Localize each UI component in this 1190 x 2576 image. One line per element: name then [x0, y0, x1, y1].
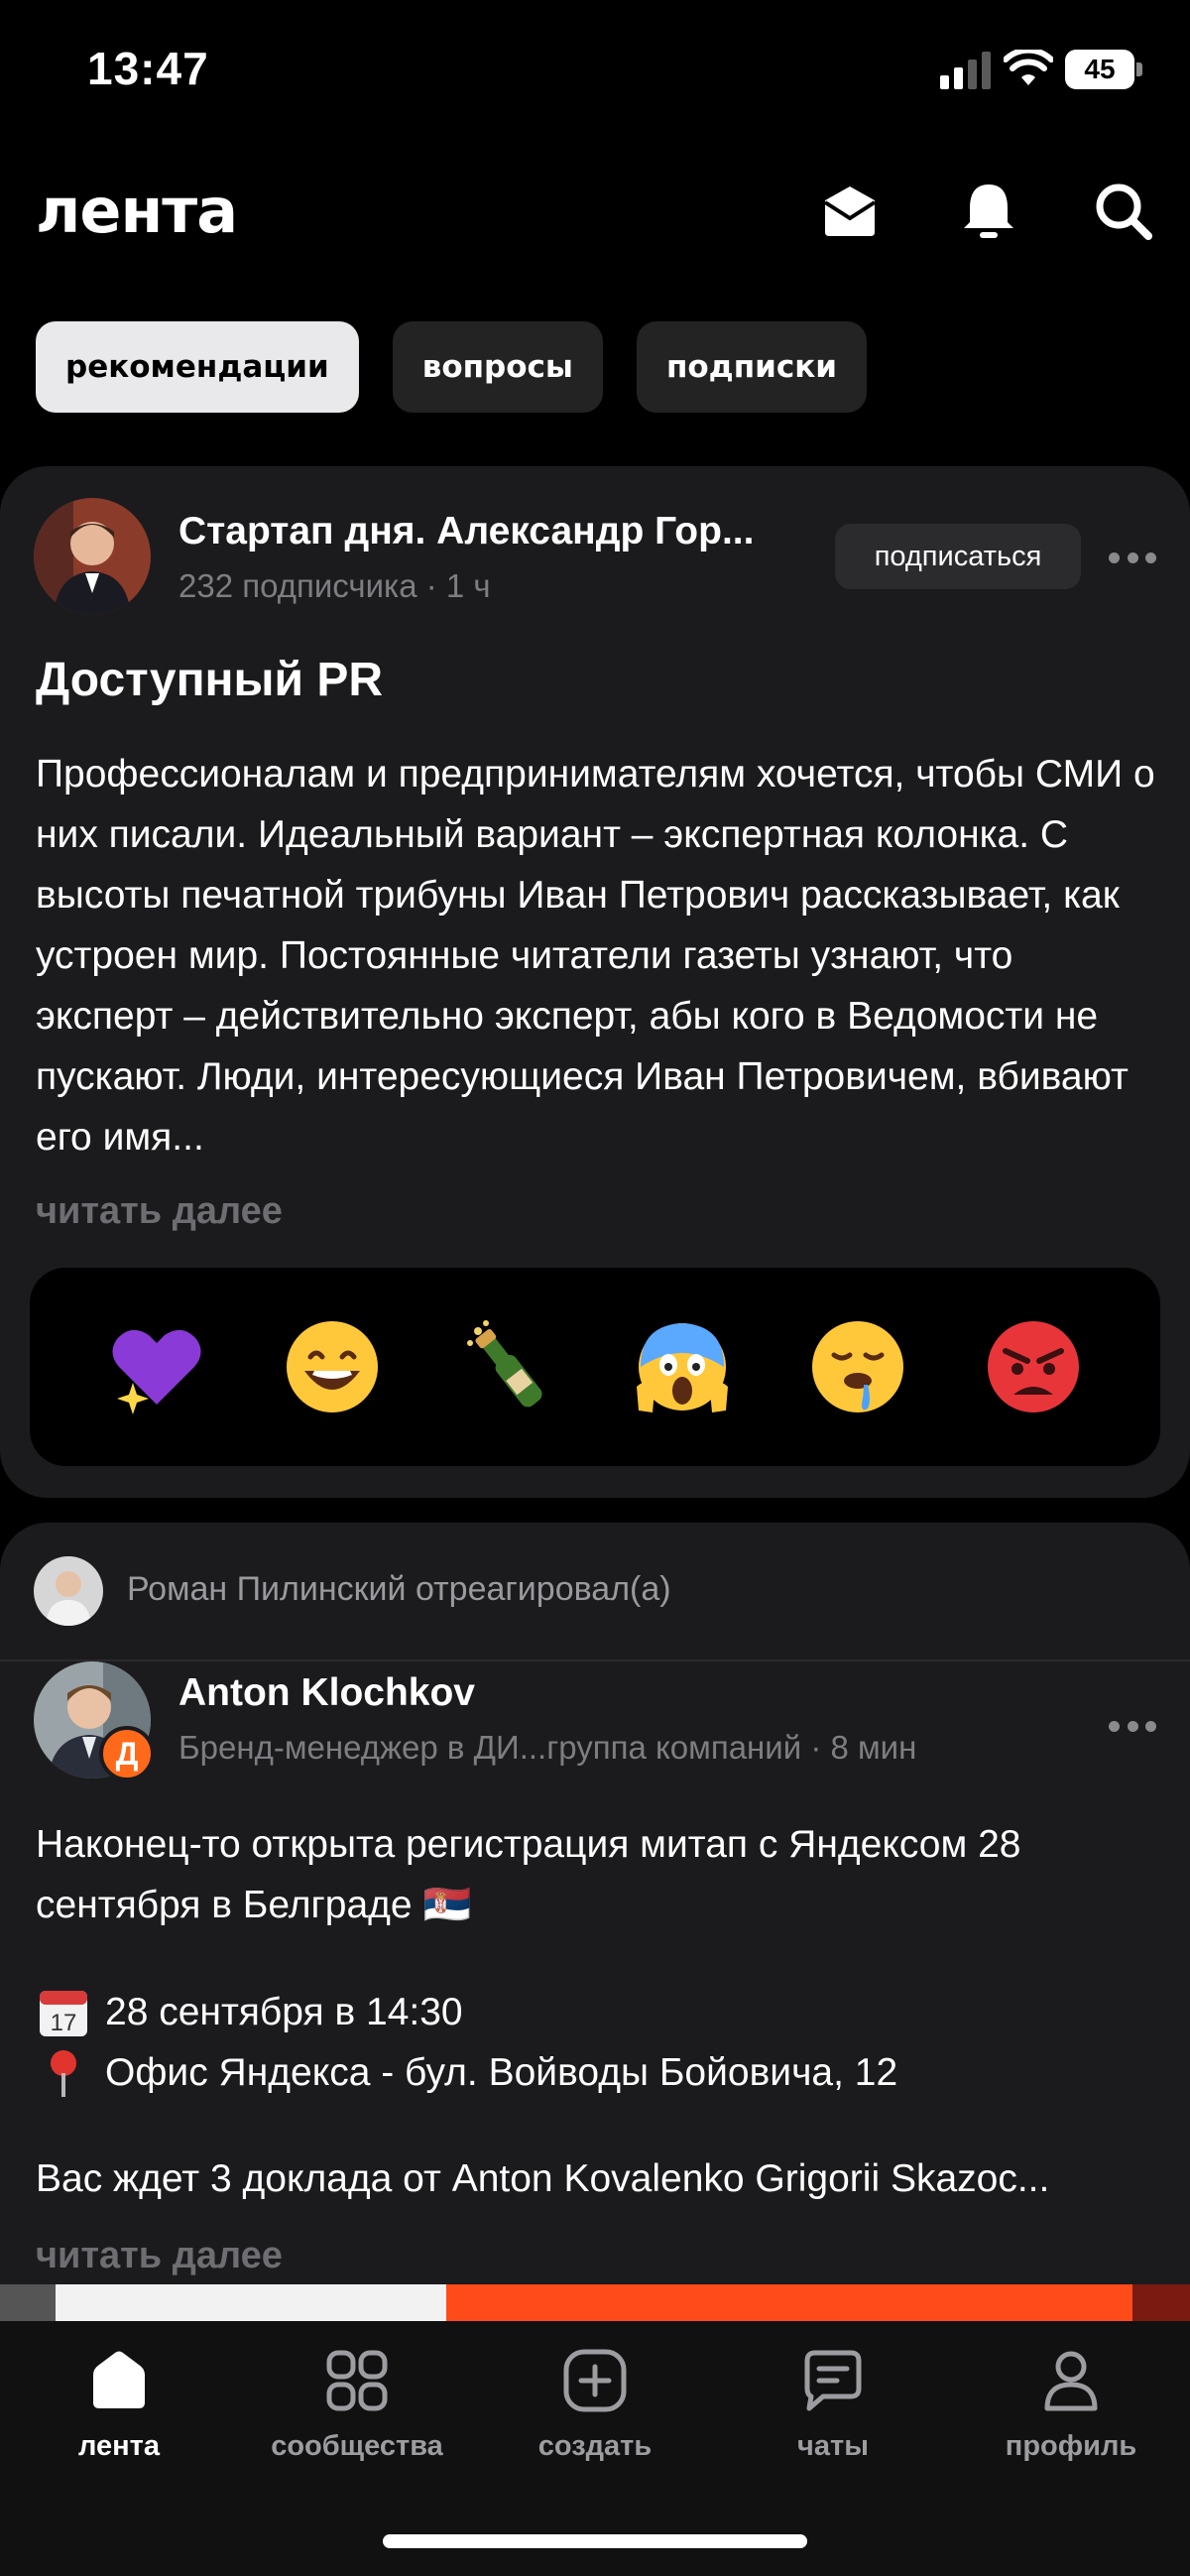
inbox-icon[interactable] [817, 179, 883, 244]
post-body-speakers: Вас ждет 3 доклада от Anton Kovalenko Gr… [36, 2157, 1050, 2200]
nav-chats[interactable]: чаты [714, 2345, 952, 2484]
author-meta: 232 подписчика · 1 ч [178, 567, 491, 604]
angry-face-icon[interactable] [984, 1317, 1083, 1416]
nav-profile-label: профиль [1005, 2430, 1137, 2462]
wifi-icon [1004, 50, 1053, 85]
event-date-line: 17 28 сентября в 14:30 [36, 1982, 1156, 2042]
author-name[interactable]: Anton Klochkov [178, 1671, 475, 1715]
status-bar: 13:47 45 [0, 0, 1190, 139]
event-place-line: Офис Яндекса - бул. Войводы Бойовича, 12 [36, 2042, 1156, 2103]
battery-level: 45 [1065, 50, 1134, 89]
author-meta: Бренд-менеджер в ДИ...группа компаний · … [178, 1729, 917, 1766]
battery-icon: 45 [1065, 50, 1142, 89]
subscribe-button[interactable]: подписаться [835, 524, 1081, 589]
nav-feed[interactable]: лента [0, 2345, 238, 2484]
tab-questions[interactable]: вопросы [392, 321, 603, 413]
profile-icon [1044, 2351, 1098, 2411]
nav-chats-label: чаты [797, 2430, 869, 2462]
read-more-link[interactable]: читать далее [36, 1190, 283, 1233]
post-body-intro: Наконец-то открыта регистрация митап с Я… [36, 1823, 1021, 1926]
purple-heart-icon[interactable] [107, 1317, 206, 1416]
tab-recommendations[interactable]: рекомендации [36, 321, 359, 413]
event-place: Офис Яндекса - бул. Войводы Бойовича, 12 [105, 2051, 898, 2094]
home-indicator[interactable] [383, 2534, 807, 2548]
cellular-signal-icon [940, 50, 992, 89]
post-image-preview[interactable] [0, 2284, 1190, 2324]
screaming-face-icon[interactable] [633, 1317, 732, 1416]
author-avatar[interactable] [34, 498, 151, 615]
nav-profile[interactable]: профиль [952, 2345, 1190, 2484]
nav-communities[interactable]: сообщества [238, 2345, 476, 2484]
grid-icon [326, 2350, 388, 2411]
reacted-by-text: Роман Пилинский отреагировал(а) [127, 1570, 671, 1608]
drooling-face-icon[interactable] [808, 1317, 907, 1416]
nav-communities-label: сообщества [271, 2430, 443, 2462]
author-name[interactable]: Стартап дня. Александр Гор... [178, 510, 754, 553]
more-options-icon[interactable] [1109, 1716, 1156, 1736]
app-header: лента [0, 159, 1190, 258]
champagne-bottle-icon[interactable] [458, 1317, 557, 1416]
reactions-bar [30, 1268, 1160, 1466]
reactor-avatar[interactable] [34, 1556, 103, 1626]
plus-square-icon [563, 2349, 627, 2412]
home-icon [93, 2351, 145, 2408]
nav-create[interactable]: создать [476, 2345, 714, 2484]
grinning-face-icon[interactable] [283, 1317, 382, 1416]
calendar-icon: 17 [40, 1990, 87, 2036]
chat-icon [804, 2350, 862, 2411]
post-title: Доступный PR [36, 654, 384, 706]
search-icon[interactable] [1091, 179, 1156, 244]
more-options-icon[interactable] [1109, 548, 1156, 567]
nav-feed-label: лента [77, 2430, 160, 2462]
company-badge: Д [99, 1726, 155, 1781]
post-body: Профессионалам и предпринимателям хочетс… [36, 753, 1155, 1159]
location-pin-icon [51, 2049, 76, 2097]
status-time: 13:47 [87, 43, 209, 94]
app-logo: лента [36, 175, 238, 247]
nav-create-label: создать [537, 2430, 653, 2462]
svg-text:17: 17 [51, 2010, 77, 2036]
read-more-link[interactable]: читать далее [36, 2235, 283, 2277]
bell-icon[interactable] [956, 179, 1021, 244]
reaction-notice: Роман Пилинский отреагировал(а) [0, 1523, 1190, 1661]
tab-subscriptions[interactable]: подписки [636, 321, 867, 413]
event-date: 28 сентября в 14:30 [105, 1991, 463, 2033]
feed-tabs: рекомендации вопросы подписки [36, 321, 867, 413]
post-card: Стартап дня. Александр Гор... 232 подпис… [0, 466, 1190, 1498]
